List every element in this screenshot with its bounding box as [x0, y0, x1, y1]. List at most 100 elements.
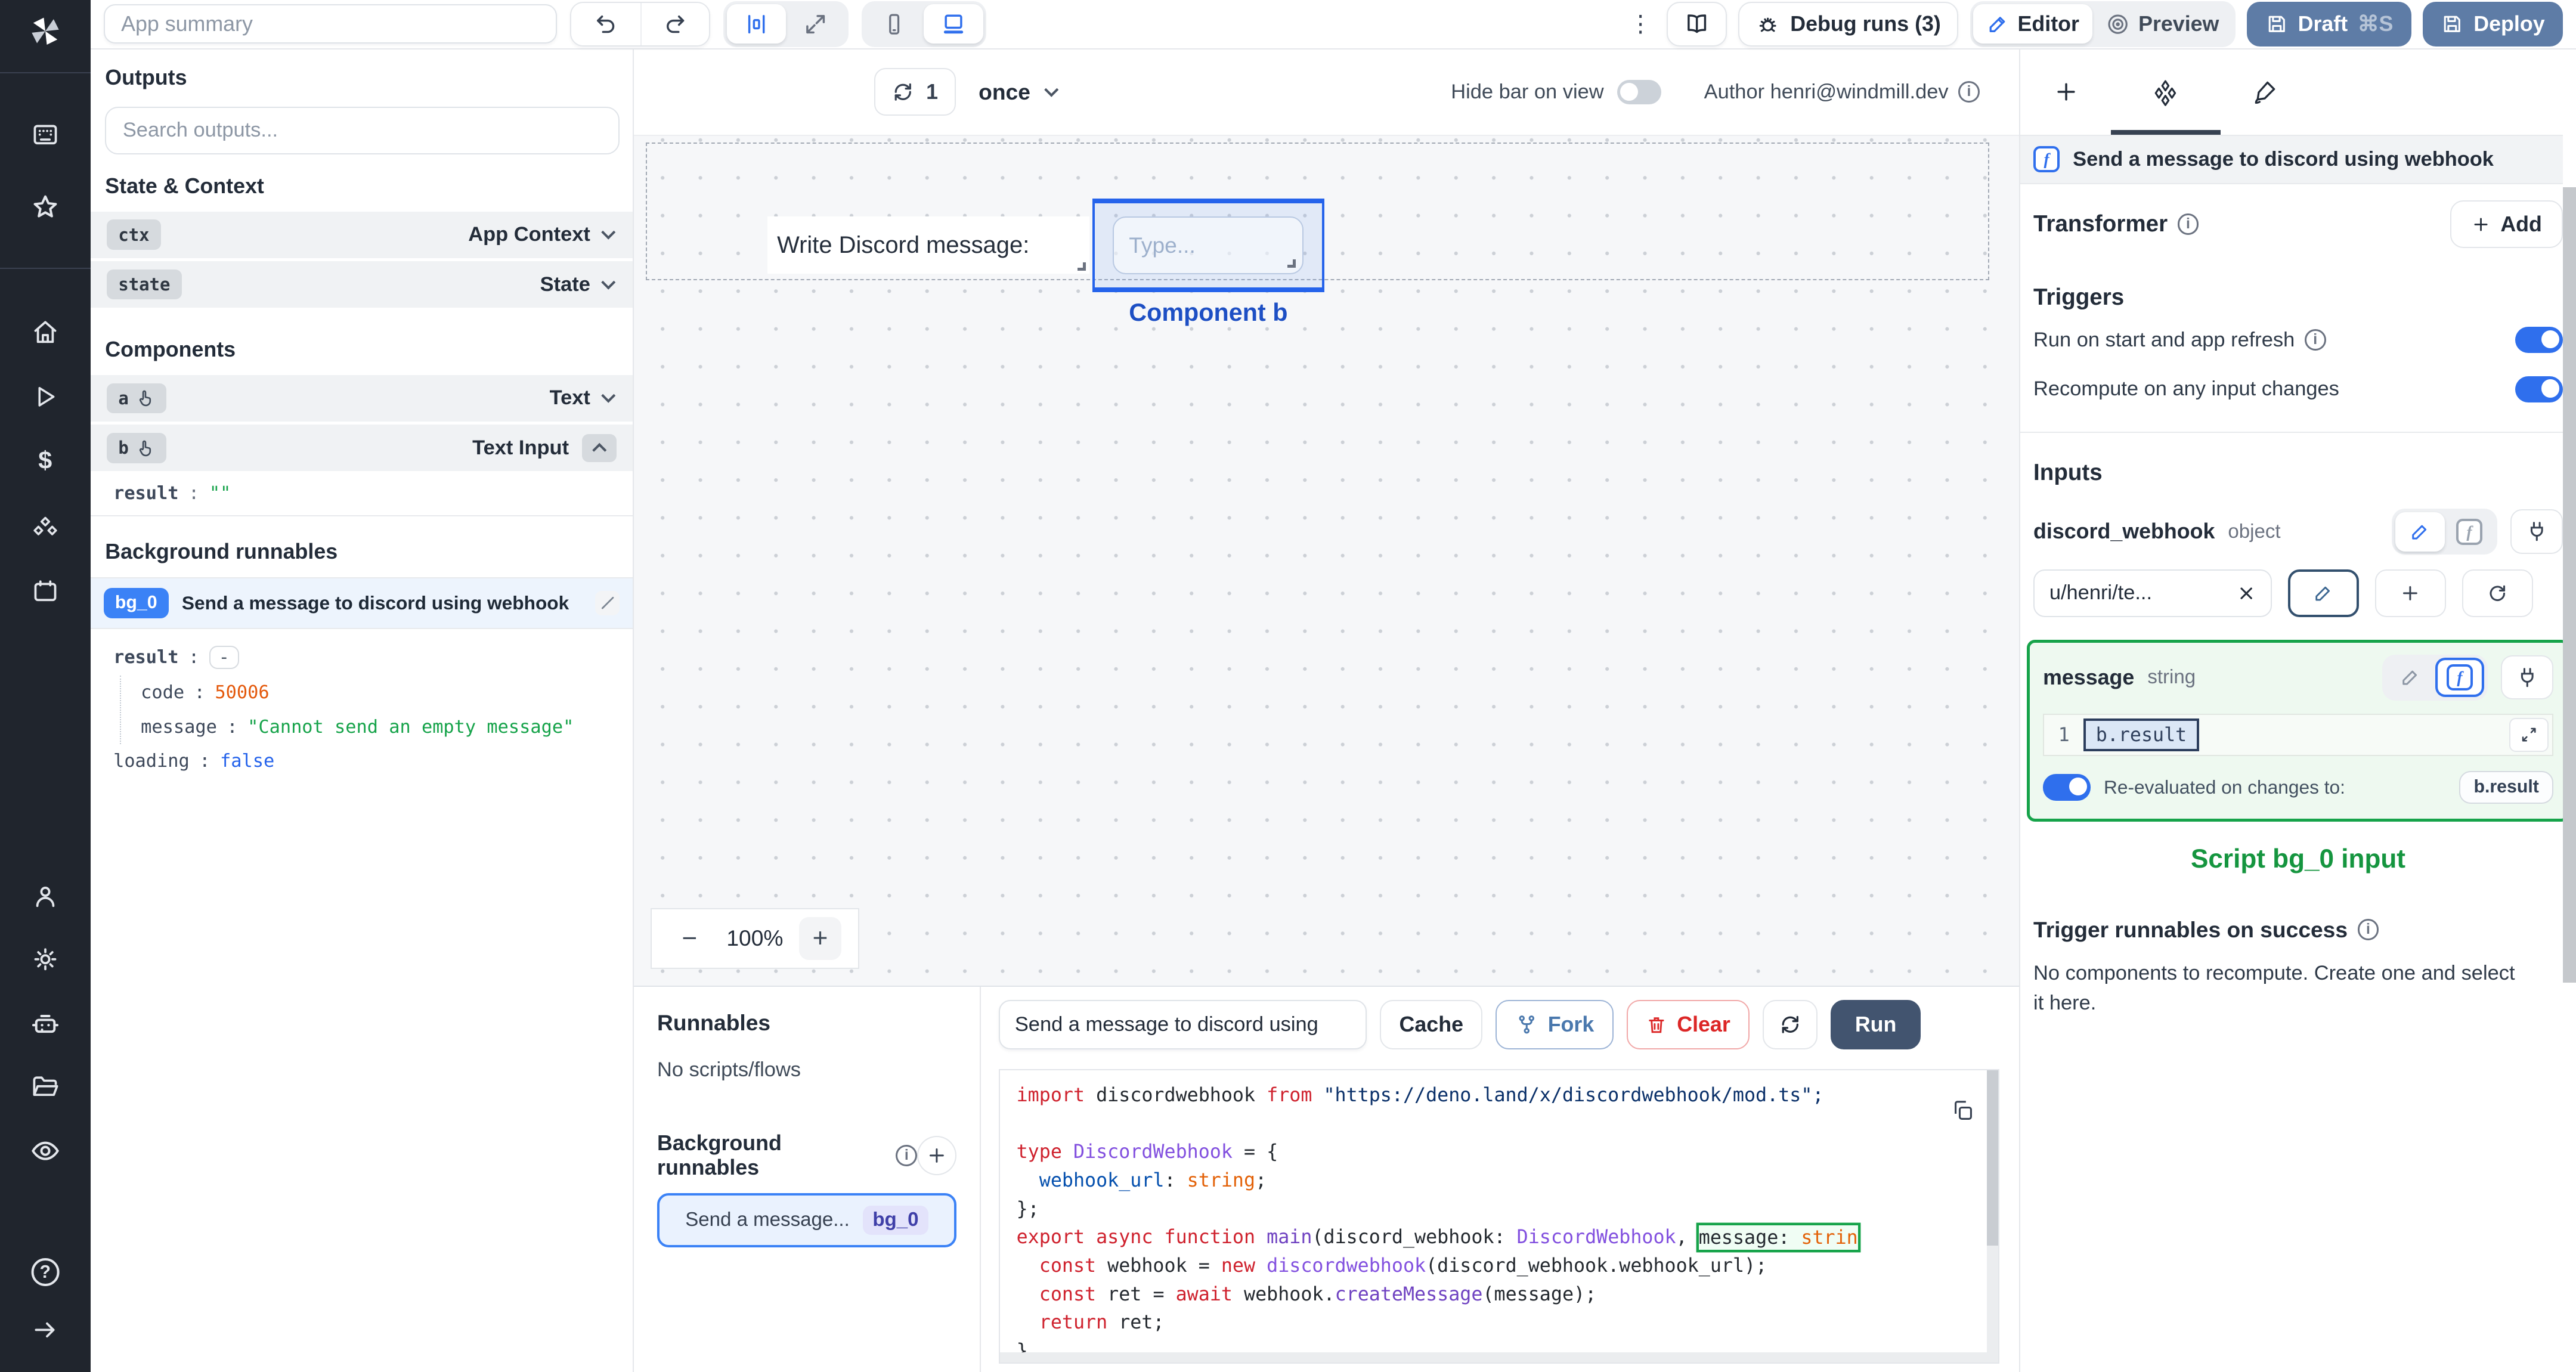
info-icon[interactable]: i [2304, 329, 2326, 351]
reeval-target-chip[interactable]: b.result [2459, 771, 2553, 804]
resize-handle[interactable] [1078, 262, 1086, 271]
info-icon[interactable]: i [896, 1144, 918, 1166]
recompute-toggle[interactable] [2515, 376, 2563, 402]
add-transformer-button[interactable]: Add [2450, 200, 2563, 248]
bg0-row[interactable]: bg_0 Send a message to discord using web… [90, 577, 633, 630]
mobile-view-button[interactable] [865, 4, 924, 44]
message-expression-editor[interactable]: 1 b.result [2043, 713, 2553, 757]
connect-plug-button[interactable] [2500, 655, 2553, 700]
schedules-calendar-icon[interactable] [30, 577, 60, 606]
collapse-row-button[interactable] [582, 433, 617, 462]
chevron-down-icon[interactable] [601, 275, 615, 289]
refresh-resource-button[interactable] [2462, 569, 2533, 617]
connect-plug-button[interactable] [2510, 509, 2563, 554]
search-outputs-input[interactable] [105, 106, 620, 154]
app-summary-input[interactable] [103, 4, 557, 44]
output-row-ctx[interactable]: ctx App Context [90, 211, 633, 258]
windmill-app-editor: $ ? App summary ⋮ Debug runs (3) Editor … [0, 0, 2576, 1372]
bg0-list-item[interactable]: Send a message... bg_0 [657, 1193, 957, 1247]
user-icon[interactable] [30, 882, 60, 912]
edit-pencil-icon[interactable] [595, 590, 620, 615]
deploy-button[interactable]: Deploy [2422, 2, 2563, 47]
hide-bar-toggle[interactable] [1617, 79, 1662, 104]
edit-resource-button[interactable] [2288, 569, 2359, 617]
chevron-down-icon[interactable] [601, 389, 615, 403]
tab-add-component[interactable] [2053, 49, 2079, 135]
run-on-start-toggle[interactable] [2515, 327, 2563, 354]
redo-button[interactable] [640, 2, 710, 46]
eval-mode-button[interactable] [2435, 658, 2485, 698]
static-mode-button[interactable] [2395, 512, 2445, 552]
settings-gear-icon[interactable] [30, 944, 60, 974]
help-icon[interactable]: ? [31, 1258, 60, 1287]
windmill-logo-icon[interactable] [27, 13, 63, 49]
tab-component-settings[interactable] [2110, 49, 2221, 135]
component-row-b[interactable]: b Text Input [90, 425, 633, 472]
workers-robot-icon[interactable] [30, 1009, 61, 1040]
code-editor[interactable]: import discordwebhook from "https://deno… [999, 1069, 1999, 1364]
folders-icon[interactable] [30, 1073, 60, 1102]
debug-runs-button[interactable]: Debug runs (3) [1738, 2, 1959, 47]
more-menu-button[interactable]: ⋮ [1626, 11, 1655, 38]
tab-editor[interactable]: Editor [1973, 4, 2092, 44]
undo-button[interactable] [571, 2, 640, 46]
zoom-in-button[interactable]: + [798, 916, 842, 960]
runnable-name-input[interactable] [999, 1000, 1367, 1049]
fork-button[interactable]: Fork [1496, 1000, 1614, 1049]
center-layout-button[interactable] [726, 4, 787, 44]
cache-button[interactable]: Cache [1380, 1000, 1483, 1049]
desktop-view-button[interactable] [924, 4, 983, 44]
static-mode-button[interactable] [2386, 658, 2435, 697]
resources-cubes-icon[interactable] [30, 514, 61, 545]
tab-preview[interactable]: Preview [2092, 4, 2232, 44]
variables-dollar-icon[interactable]: $ [38, 447, 52, 475]
component-b-id: b [118, 438, 129, 459]
fullscreen-button[interactable] [786, 4, 845, 44]
trash-icon [1646, 1014, 1667, 1036]
clear-x-icon[interactable] [2237, 584, 2255, 602]
tab-styling[interactable] [2252, 49, 2278, 135]
component-row-a[interactable]: a Text [90, 374, 633, 422]
component-settings-panel: Send a message to discord using webhook … [2019, 49, 2576, 1372]
selected-component-b[interactable] [1092, 198, 1324, 292]
text-component-a[interactable]: Write Discord message: [767, 216, 1089, 274]
draft-button[interactable]: Draft ⌘S [2247, 2, 2411, 47]
collapse-node-button[interactable]: - [209, 645, 239, 670]
apps-icon[interactable] [30, 120, 60, 150]
eval-mode-button[interactable] [2445, 512, 2494, 552]
chevron-down-icon[interactable] [601, 225, 615, 240]
outputs-panel: Outputs State & Context ctx App Context … [90, 49, 634, 1372]
refresh-mode-dropdown[interactable]: once [979, 79, 1060, 105]
resize-handle[interactable] [1287, 259, 1296, 268]
code-scrollbar-vertical[interactable] [1986, 1070, 1998, 1362]
home-icon[interactable] [30, 317, 60, 347]
info-icon[interactable]: i [2357, 919, 2379, 941]
add-resource-button[interactable] [2375, 569, 2446, 617]
audit-eye-icon[interactable] [30, 1135, 61, 1166]
collapse-arrow-icon[interactable] [31, 1316, 59, 1344]
favorites-star-icon[interactable] [30, 192, 61, 223]
docs-button[interactable] [1667, 2, 1727, 47]
message-input-section: message string 1 b.result [2027, 640, 2569, 822]
reeval-toggle[interactable] [2043, 774, 2091, 801]
expand-editor-icon[interactable] [2509, 718, 2549, 752]
info-icon[interactable]: i [2177, 213, 2199, 235]
text-input-component[interactable] [1113, 216, 1304, 274]
cache-label: Cache [1399, 1012, 1463, 1036]
right-panel-scrollbar[interactable] [2562, 134, 2576, 1372]
code-scrollbar-horizontal[interactable] [1000, 1352, 1987, 1362]
refresh-script-button[interactable] [1763, 1000, 1818, 1049]
run-button[interactable]: Run [1831, 1000, 1921, 1049]
output-row-state[interactable]: state State [90, 261, 633, 308]
clear-button[interactable]: Clear [1626, 1000, 1750, 1049]
app-canvas[interactable]: Write Discord message: Component b − 100… [634, 134, 2020, 986]
zoom-out-button[interactable]: − [668, 917, 711, 960]
add-background-runnable-button[interactable] [917, 1135, 957, 1175]
deploy-label: Deploy [2473, 11, 2545, 36]
refresh-count-button[interactable]: 1 [874, 68, 956, 116]
copy-code-icon[interactable] [1950, 1098, 1975, 1123]
runs-play-icon[interactable] [31, 383, 59, 411]
result-value: "" [209, 482, 231, 504]
info-icon[interactable]: i [1958, 81, 1980, 103]
resource-picker-input[interactable]: u/henri/te... [2033, 569, 2272, 617]
